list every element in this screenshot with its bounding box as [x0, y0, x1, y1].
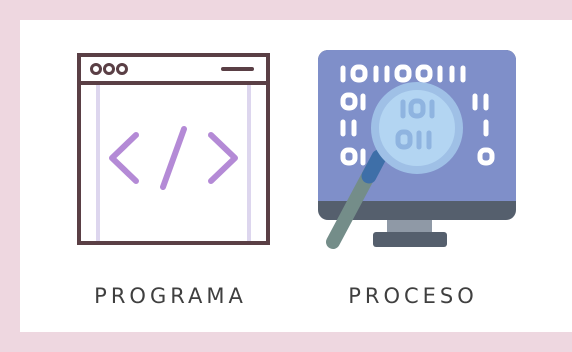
icon-card: PROGRAMA PROCESO: [20, 20, 572, 332]
programa-label: PROGRAMA: [94, 284, 247, 308]
code-window-icon: [77, 53, 270, 245]
binary-monitor-magnifier-icon: [318, 50, 516, 249]
proceso-label: PROCESO: [348, 284, 478, 308]
